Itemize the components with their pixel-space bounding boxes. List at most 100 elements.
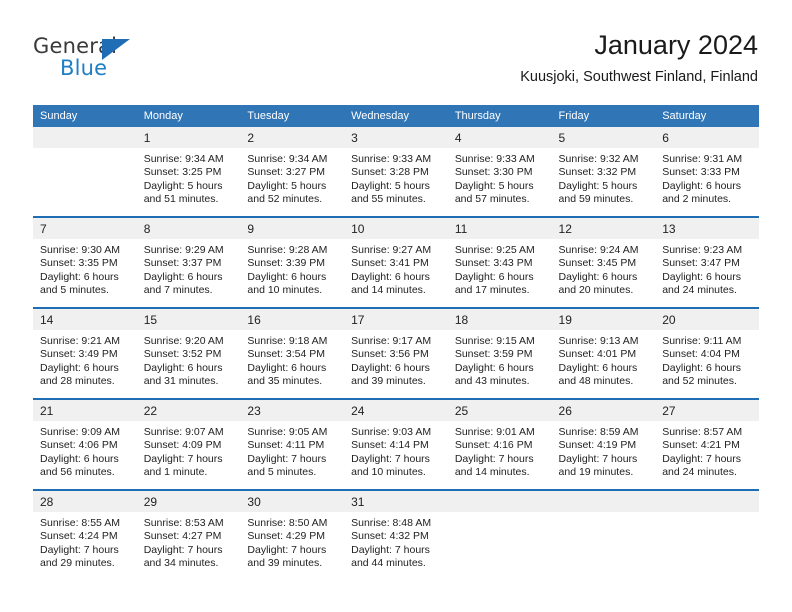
day-cell[interactable]: Sunrise: 9:23 AM Sunset: 3:47 PM Daylight:… — [655, 239, 759, 308]
day-cell[interactable]: Sunrise: 9:25 AM Sunset: 3:43 PM Daylight:… — [447, 239, 552, 308]
day-cell-empty — [447, 512, 552, 581]
day-number[interactable]: 15 — [136, 307, 241, 330]
day-info-line: Daylight: 6 hours — [454, 361, 534, 374]
day-info-line: and 10 minutes. — [247, 284, 323, 297]
day-info-line: Sunrise: 9:30 AM — [40, 244, 120, 256]
day-cell[interactable]: Sunrise: 8:53 AM Sunset: 4:27 PM Daylight:… — [136, 512, 241, 581]
day-info-line: Daylight: 6 hours — [558, 361, 638, 374]
day-number[interactable]: 9 — [240, 216, 345, 239]
day-cell[interactable]: Sunrise: 9:13 AM Sunset: 4:01 PM Daylight:… — [551, 330, 656, 399]
calendar-body: 1 2 3 4 5 6 Sunrise: 9:34 AM Sunset: 3:25 PM Day… — [33, 127, 759, 581]
day-info-line: Sunset: 3:59 PM — [454, 348, 533, 361]
day-info-line: Daylight: 6 hours — [40, 361, 119, 374]
day-number[interactable]: 26 — [551, 398, 656, 421]
day-info-line: Daylight: 6 hours — [247, 270, 327, 283]
day-number[interactable]: 10 — [344, 216, 448, 239]
day-cell[interactable]: Sunrise: 8:59 AM Sunset: 4:19 PM Daylight:… — [551, 421, 656, 490]
day-info-line: Sunrise: 9:33 AM — [454, 153, 535, 165]
day-info-line: Daylight: 5 hours — [351, 179, 430, 192]
day-number[interactable]: 27 — [655, 398, 759, 421]
day-cell[interactable]: Sunrise: 9:28 AM Sunset: 3:39 PM Daylight:… — [240, 239, 345, 308]
day-cell[interactable]: Sunrise: 9:31 AM Sunset: 3:33 PM Daylight:… — [655, 148, 759, 217]
weekday-header-tuesday: Tuesday — [240, 105, 345, 127]
day-number[interactable]: 28 — [33, 489, 137, 512]
day-info-line: Sunrise: 9:34 AM — [143, 153, 224, 165]
day-number[interactable]: 21 — [33, 398, 137, 421]
day-cell[interactable]: Sunrise: 9:01 AM Sunset: 4:16 PM Daylight:… — [447, 421, 552, 490]
day-number[interactable]: 7 — [33, 216, 137, 239]
day-info-line: Sunrise: 9:32 AM — [558, 153, 639, 165]
day-cell[interactable]: Sunrise: 8:57 AM Sunset: 4:21 PM Daylight:… — [655, 421, 759, 490]
day-cell[interactable]: Sunrise: 9:17 AM Sunset: 3:56 PM Daylight:… — [344, 330, 448, 399]
day-info-line: and 10 minutes. — [351, 466, 426, 479]
day-info-line: Daylight: 7 hours — [143, 452, 223, 465]
day-cell[interactable]: Sunrise: 9:34 AM Sunset: 3:27 PM Daylight:… — [240, 148, 345, 217]
day-cell[interactable]: Sunrise: 9:20 AM Sunset: 3:52 PM Daylight:… — [136, 330, 241, 399]
day-number[interactable]: 19 — [551, 307, 656, 330]
day-cell[interactable]: Sunrise: 9:03 AM Sunset: 4:14 PM Daylight:… — [344, 421, 448, 490]
day-number[interactable]: 2 — [240, 127, 345, 148]
day-number[interactable]: 6 — [655, 127, 759, 148]
day-info-line: Sunset: 3:47 PM — [662, 257, 740, 270]
day-info-line: and 55 minutes. — [351, 193, 426, 206]
day-cell[interactable]: Sunrise: 9:11 AM Sunset: 4:04 PM Daylight:… — [655, 330, 759, 399]
day-number[interactable]: 20 — [655, 307, 759, 330]
day-info-line: and 1 minute. — [143, 466, 208, 479]
day-info-line: Daylight: 7 hours — [351, 543, 430, 556]
day-info-line: Sunset: 3:37 PM — [143, 257, 222, 270]
day-info-line: Sunrise: 9:34 AM — [247, 153, 328, 165]
day-info-line: Sunrise: 8:55 AM — [40, 517, 120, 529]
day-number[interactable]: 24 — [344, 398, 448, 421]
day-info-line: Sunrise: 8:48 AM — [351, 517, 432, 529]
day-info-line: and 59 minutes. — [558, 193, 634, 206]
day-cell[interactable]: Sunrise: 9:21 AM Sunset: 3:49 PM Daylight:… — [33, 330, 137, 399]
day-number[interactable]: 8 — [136, 216, 241, 239]
day-number[interactable]: 22 — [136, 398, 241, 421]
day-cell[interactable]: Sunrise: 9:15 AM Sunset: 3:59 PM Daylight:… — [447, 330, 552, 399]
day-number[interactable]: 16 — [240, 307, 345, 330]
day-info-line: and 24 minutes. — [662, 466, 737, 479]
day-info-line: Sunrise: 8:57 AM — [662, 426, 743, 438]
day-info-line: Sunset: 3:27 PM — [247, 166, 326, 179]
day-number[interactable]: 25 — [447, 398, 552, 421]
day-number[interactable]: 5 — [551, 127, 656, 148]
day-info-line: and 14 minutes. — [454, 466, 530, 479]
day-cell[interactable]: Sunrise: 9:34 AM Sunset: 3:25 PM Daylight:… — [136, 148, 241, 217]
day-number[interactable]: 17 — [344, 307, 448, 330]
day-number[interactable]: 31 — [344, 489, 448, 512]
day-cell[interactable]: Sunrise: 9:27 AM Sunset: 3:41 PM Daylight:… — [344, 239, 448, 308]
day-cell[interactable]: Sunrise: 9:18 AM Sunset: 3:54 PM Daylight:… — [240, 330, 345, 399]
day-info-line: Sunrise: 9:05 AM — [247, 426, 328, 438]
day-number[interactable]: 4 — [447, 127, 552, 148]
day-cell[interactable]: Sunrise: 9:07 AM Sunset: 4:09 PM Daylight:… — [136, 421, 241, 490]
day-cell[interactable]: Sunrise: 9:33 AM Sunset: 3:30 PM Daylight:… — [447, 148, 552, 217]
day-number[interactable]: 23 — [240, 398, 345, 421]
day-cell[interactable]: Sunrise: 9:09 AM Sunset: 4:06 PM Daylight:… — [33, 421, 137, 490]
day-cell[interactable]: Sunrise: 9:24 AM Sunset: 3:45 PM Daylight:… — [551, 239, 656, 308]
day-cell[interactable]: Sunrise: 9:05 AM Sunset: 4:11 PM Daylight:… — [240, 421, 345, 490]
day-number[interactable]: 29 — [136, 489, 241, 512]
day-number[interactable]: 18 — [447, 307, 552, 330]
day-cell[interactable]: Sunrise: 9:30 AM Sunset: 3:35 PM Daylight:… — [33, 239, 137, 308]
day-info-line: and 35 minutes. — [247, 375, 323, 388]
day-info-line: Daylight: 6 hours — [143, 270, 223, 283]
day-number[interactable]: 11 — [447, 216, 552, 239]
day-info-line: Daylight: 7 hours — [247, 452, 327, 465]
day-info-line: and 52 minutes. — [247, 193, 323, 206]
day-number[interactable]: 13 — [655, 216, 759, 239]
day-cell[interactable]: Sunrise: 8:55 AM Sunset: 4:24 PM Daylight:… — [33, 512, 137, 581]
day-number[interactable]: 12 — [551, 216, 656, 239]
day-info-line: and 2 minutes. — [662, 193, 732, 206]
day-cell[interactable]: Sunrise: 8:50 AM Sunset: 4:29 PM Daylight:… — [240, 512, 345, 581]
day-number[interactable]: 3 — [344, 127, 448, 148]
day-info-line: Sunrise: 8:53 AM — [143, 517, 224, 529]
day-number[interactable]: 30 — [240, 489, 345, 512]
day-cell[interactable]: Sunrise: 8:48 AM Sunset: 4:32 PM Daylight:… — [344, 512, 448, 581]
day-cell[interactable]: Sunrise: 9:33 AM Sunset: 3:28 PM Daylight:… — [344, 148, 448, 217]
day-number[interactable]: 14 — [33, 307, 137, 330]
day-info-line: Sunset: 3:45 PM — [558, 257, 637, 270]
day-number[interactable]: 1 — [136, 127, 241, 148]
day-cell[interactable]: Sunrise: 9:29 AM Sunset: 3:37 PM Daylight:… — [136, 239, 241, 308]
day-cell[interactable]: Sunrise: 9:32 AM Sunset: 3:32 PM Daylight:… — [551, 148, 656, 217]
weekday-header-sunday: Sunday — [33, 105, 137, 127]
